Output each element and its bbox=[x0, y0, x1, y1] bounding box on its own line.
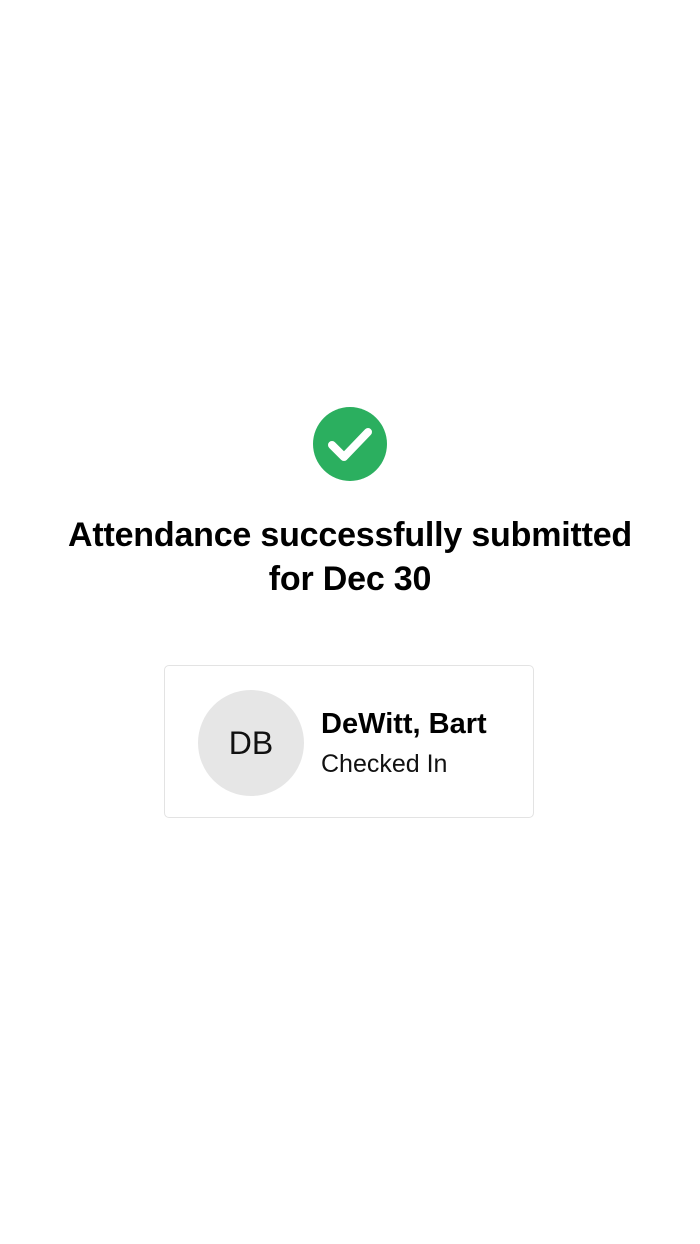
avatar: DB bbox=[198, 690, 304, 796]
check-circle-background bbox=[313, 407, 387, 481]
check-circle-icon bbox=[313, 407, 387, 481]
attendee-card: DB DeWitt, Bart Checked In bbox=[164, 665, 534, 818]
confirmation-title-line-1: Attendance successfully submitted bbox=[68, 516, 632, 554]
attendance-status: Checked In bbox=[321, 750, 448, 778]
avatar-initials: DB bbox=[228, 724, 274, 761]
attendee-name: DeWitt, Bart bbox=[321, 708, 487, 740]
confirmation-title: Attendance successfully submitted for De… bbox=[20, 513, 680, 601]
confirmation-title-line-2: for Dec 30 bbox=[268, 560, 432, 598]
